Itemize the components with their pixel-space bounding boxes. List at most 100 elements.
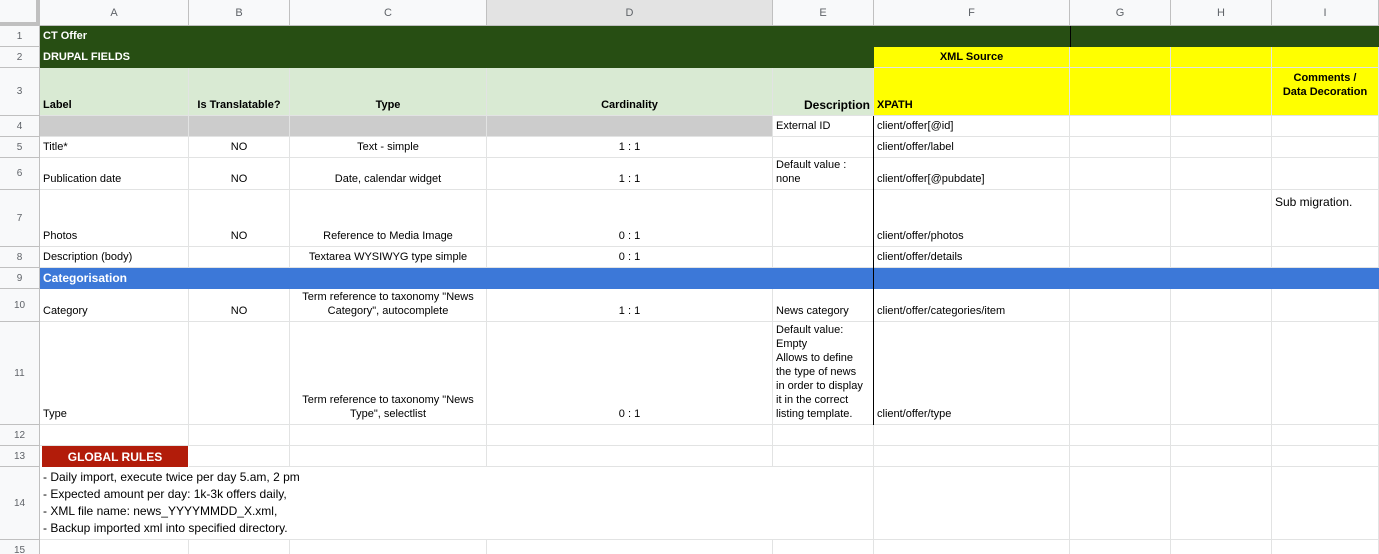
empty-cell[interactable] (189, 425, 290, 446)
row-header-6[interactable]: 6 (0, 158, 40, 190)
empty-cell[interactable] (487, 446, 773, 467)
row10-type[interactable]: Term reference to taxonomy "News Categor… (290, 289, 487, 322)
global-rules-heading[interactable]: GLOBAL RULES (42, 446, 188, 467)
empty-cell[interactable] (1070, 47, 1171, 68)
header-cardinality[interactable]: Cardinality (487, 68, 773, 116)
empty-cell[interactable] (1070, 467, 1171, 540)
row-header-13[interactable]: 13 (0, 446, 40, 467)
row10-cardinality[interactable]: 1 : 1 (487, 289, 773, 322)
row5-label[interactable]: Title* (40, 137, 189, 158)
empty-cell[interactable] (1070, 540, 1171, 554)
row7-xpath[interactable]: client/offer/photos (874, 190, 1070, 247)
empty-cell[interactable] (1070, 322, 1171, 425)
row11-cardinality[interactable]: 0 : 1 (487, 322, 773, 425)
header-xpath[interactable]: XPATH (874, 68, 1070, 116)
empty-cell[interactable] (1070, 425, 1171, 446)
row-header-9[interactable]: 9 (0, 268, 40, 289)
row-header-7[interactable]: 7 (0, 190, 40, 247)
empty-cell[interactable] (1272, 247, 1379, 268)
empty-cell[interactable] (1272, 467, 1379, 540)
row5-xpath[interactable]: client/offer/label (874, 137, 1070, 158)
empty-cell[interactable] (1272, 47, 1379, 68)
row8-xpath[interactable]: client/offer/details (874, 247, 1070, 268)
empty-cell[interactable] (1272, 137, 1379, 158)
row11-description[interactable]: Default value: Empty Allows to define th… (773, 322, 874, 425)
row6-description[interactable]: Default value : none (773, 158, 874, 190)
row10-xpath[interactable]: client/offer/categories/item (874, 289, 1070, 322)
row11-type[interactable]: Term reference to taxonomy "News Type", … (290, 322, 487, 425)
row5-type[interactable]: Text - simple (290, 137, 487, 158)
empty-cell[interactable] (189, 247, 290, 268)
empty-cell[interactable] (290, 540, 487, 554)
empty-cell[interactable] (773, 247, 874, 268)
header-translatable[interactable]: Is Translatable? (189, 68, 290, 116)
column-header-g[interactable]: G (1070, 0, 1171, 26)
row11-xpath[interactable]: client/offer/type (874, 322, 1070, 425)
row10-description[interactable]: News category (773, 289, 874, 322)
empty-cell[interactable] (487, 425, 773, 446)
empty-cell[interactable] (1070, 190, 1171, 247)
row7-comments[interactable]: Sub migration. (1272, 190, 1379, 247)
row6-type[interactable]: Date, calendar widget (290, 158, 487, 190)
empty-cell[interactable] (874, 540, 1070, 554)
row8-type[interactable]: Textarea WYSIWYG type simple (290, 247, 487, 268)
empty-cell[interactable] (1070, 446, 1171, 467)
header-type[interactable]: Type (290, 68, 487, 116)
empty-cell[interactable] (487, 540, 773, 554)
row-header-2[interactable]: 2 (0, 47, 40, 68)
column-header-i[interactable]: I (1272, 0, 1379, 26)
row-header-3[interactable]: 3 (0, 68, 40, 116)
row-header-10[interactable]: 10 (0, 289, 40, 322)
empty-cell[interactable] (1171, 47, 1272, 68)
row-header-12[interactable]: 12 (0, 425, 40, 446)
column-header-b[interactable]: B (189, 0, 290, 26)
empty-cell[interactable] (1070, 137, 1171, 158)
empty-cell[interactable] (1171, 446, 1272, 467)
empty-cell[interactable] (40, 116, 189, 137)
header-label[interactable]: Label (40, 68, 189, 116)
empty-cell[interactable] (1070, 289, 1171, 322)
empty-cell[interactable] (40, 425, 189, 446)
empty-cell[interactable] (1171, 425, 1272, 446)
empty-cell[interactable] (1272, 116, 1379, 137)
empty-cell[interactable] (1070, 247, 1171, 268)
empty-cell[interactable] (1171, 190, 1272, 247)
empty-cell[interactable] (189, 540, 290, 554)
empty-cell[interactable] (1272, 540, 1379, 554)
row10-translatable[interactable]: NO (189, 289, 290, 322)
empty-cell[interactable] (1272, 158, 1379, 190)
empty-cell[interactable] (1272, 289, 1379, 322)
empty-cell[interactable] (773, 137, 874, 158)
column-header-e[interactable]: E (773, 0, 874, 26)
empty-cell[interactable] (189, 116, 290, 137)
empty-cell[interactable] (290, 425, 487, 446)
global-rules-text[interactable]: - Daily import, execute twice per day 5.… (40, 467, 874, 540)
empty-cell[interactable] (1272, 446, 1379, 467)
column-header-h[interactable]: H (1171, 0, 1272, 26)
row-header-8[interactable]: 8 (0, 247, 40, 268)
xml-source-heading[interactable]: XML Source (874, 47, 1070, 68)
row-header-14[interactable]: 14 (0, 467, 40, 540)
row7-label[interactable]: Photos (40, 190, 189, 247)
empty-cell[interactable] (290, 446, 487, 467)
row-header-15[interactable]: 15 (0, 540, 40, 554)
column-header-d[interactable]: D (487, 0, 773, 26)
column-header-a[interactable]: A (40, 0, 189, 26)
row7-cardinality[interactable]: 0 : 1 (487, 190, 773, 247)
empty-cell[interactable] (1171, 116, 1272, 137)
row7-translatable[interactable]: NO (189, 190, 290, 247)
spreadsheet-grid[interactable]: A B C D E F G H I 1 2 3 4 5 6 7 8 9 10 1… (0, 0, 1379, 554)
empty-cell[interactable] (1272, 322, 1379, 425)
row4-description[interactable]: External ID (773, 116, 874, 137)
row-header-11[interactable]: 11 (0, 322, 40, 425)
empty-cell[interactable] (1171, 289, 1272, 322)
empty-cell[interactable] (874, 425, 1070, 446)
empty-cell[interactable] (1171, 540, 1272, 554)
empty-cell[interactable] (189, 446, 290, 467)
row8-cardinality[interactable]: 0 : 1 (487, 247, 773, 268)
header-comments[interactable]: Comments / Data Decoration (1272, 68, 1379, 116)
row-header-1[interactable]: 1 (0, 26, 40, 47)
row6-translatable[interactable]: NO (189, 158, 290, 190)
empty-cell[interactable] (1070, 116, 1171, 137)
row10-label[interactable]: Category (40, 289, 189, 322)
